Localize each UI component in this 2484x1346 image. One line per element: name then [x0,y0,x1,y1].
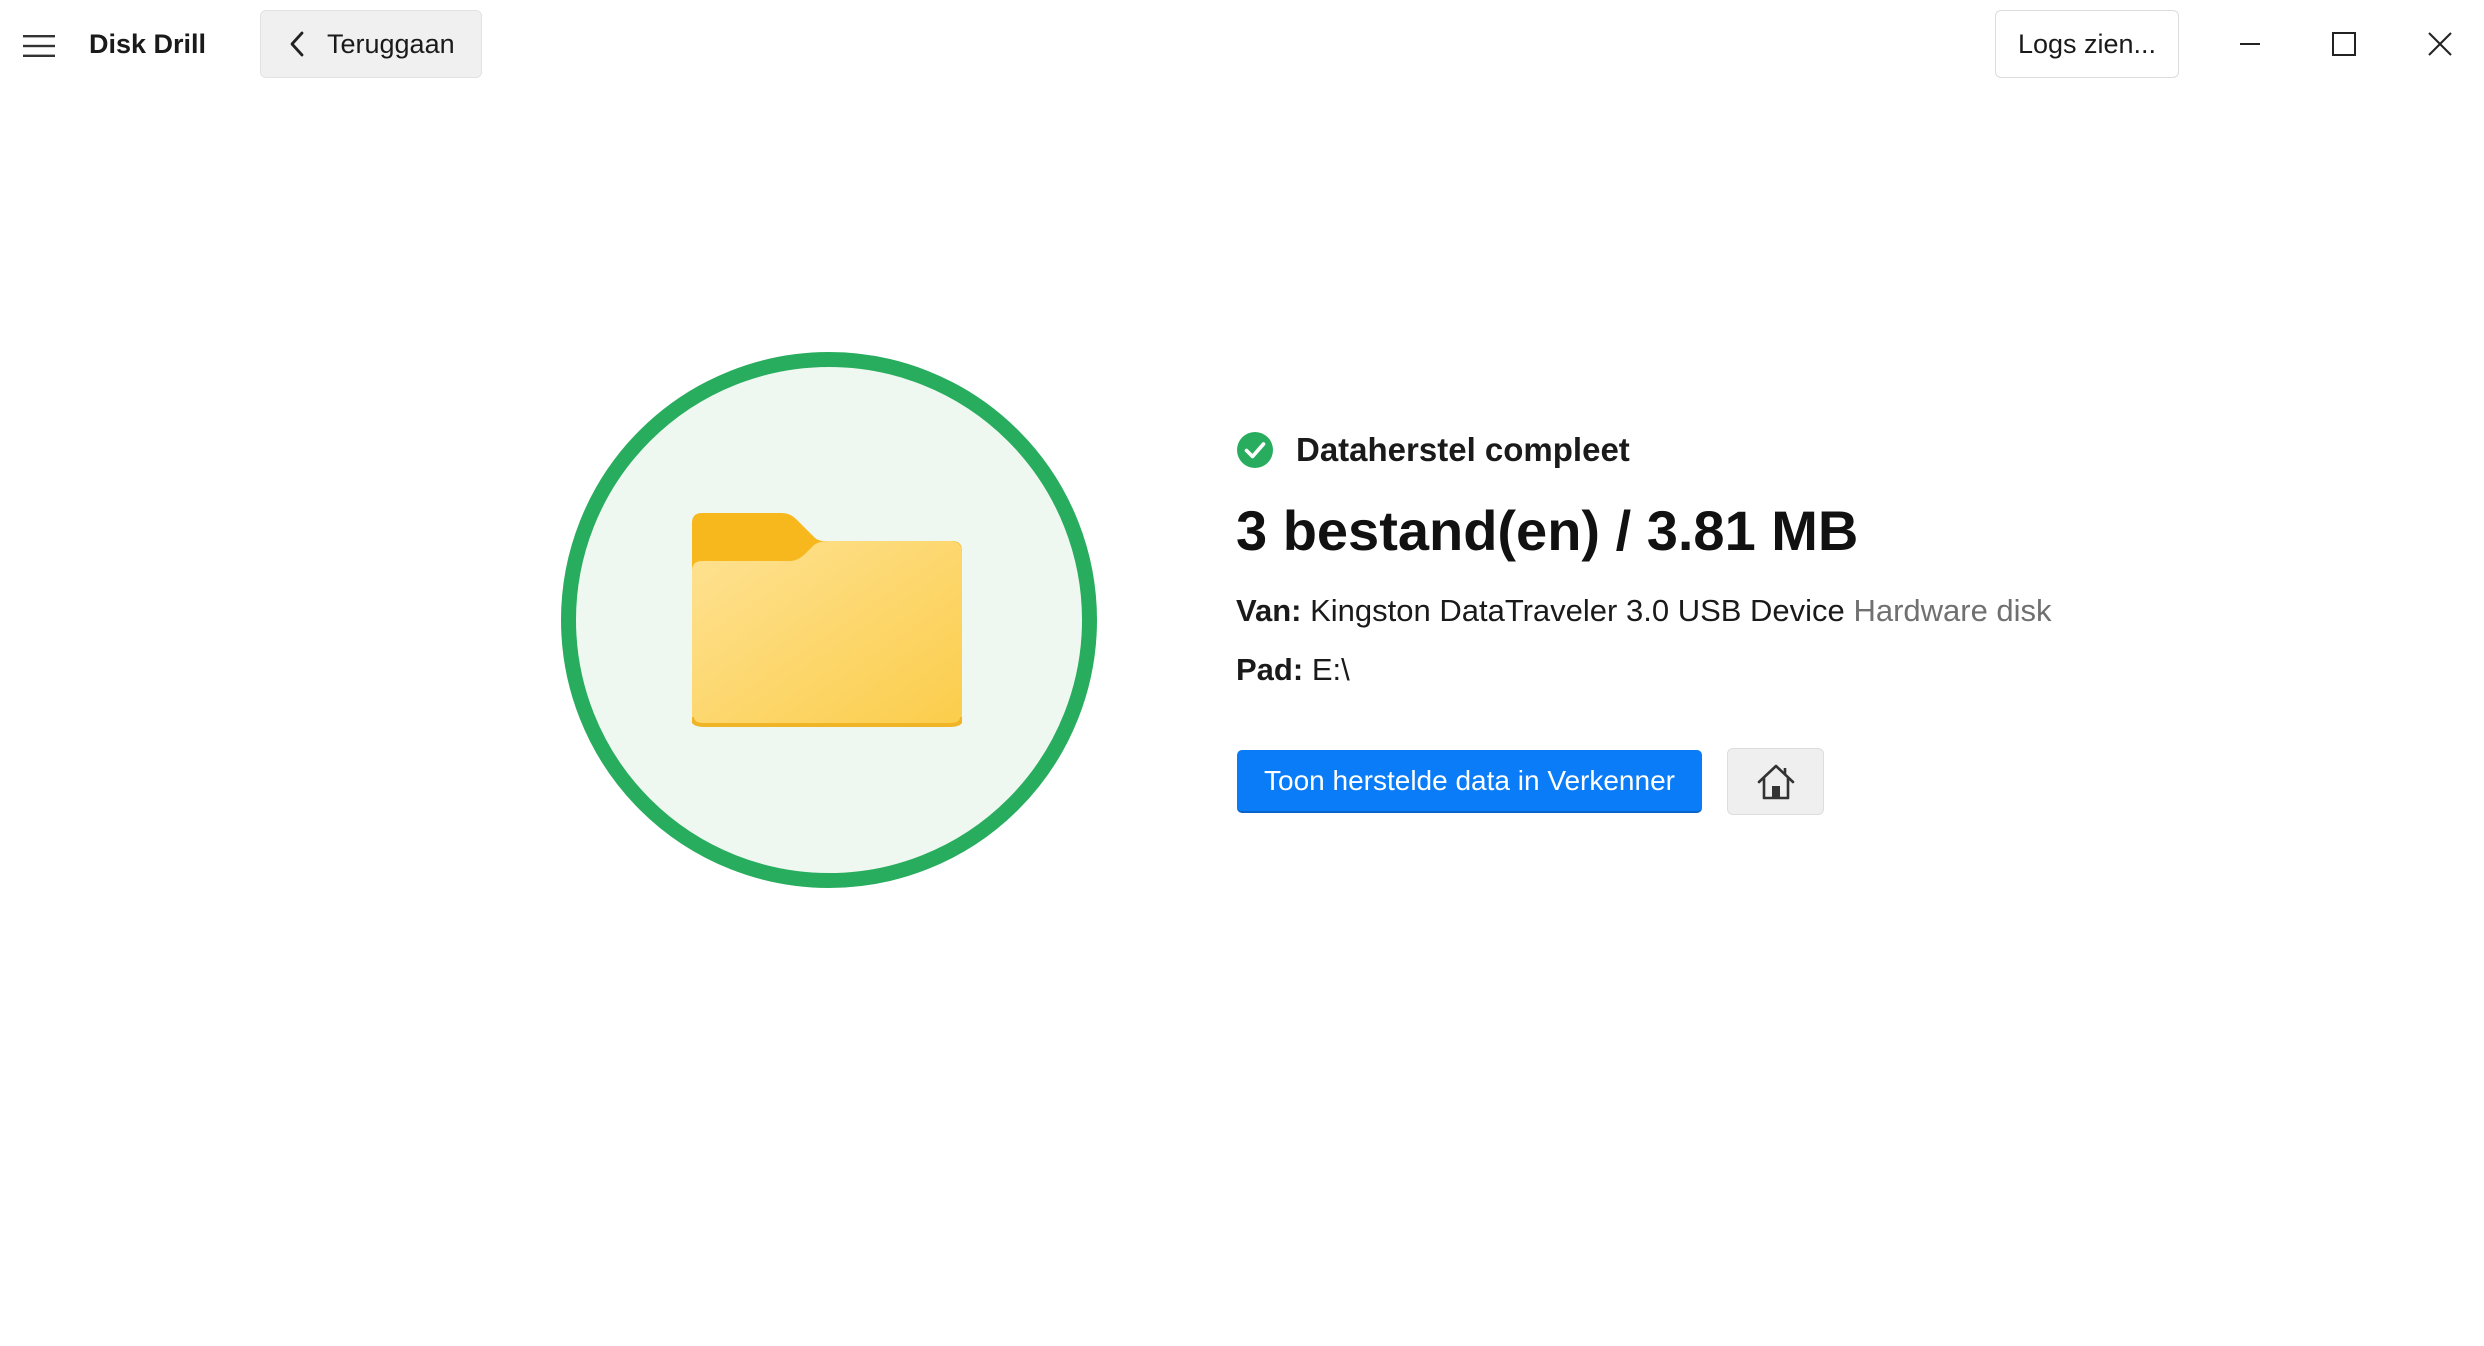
path-value: E:\ [1311,652,1350,687]
show-in-explorer-button[interactable]: Toon herstelde data in Verkenner [1237,750,1702,813]
show-in-explorer-label: Toon herstelde data in Verkenner [1264,764,1675,796]
check-circle-icon [1237,432,1273,468]
back-button[interactable]: Teruggaan [260,10,482,78]
source-label: Van: [1236,593,1302,628]
folder-icon [690,513,964,727]
path-info: Pad: E:\ [1236,650,1350,690]
back-button-label: Teruggaan [327,28,455,59]
status-row: Dataherstel compleet [1236,428,1630,472]
hamburger-menu-icon[interactable] [18,26,60,66]
path-label: Pad: [1236,652,1304,687]
minimize-icon[interactable] [2222,18,2278,70]
home-button[interactable] [1727,748,1824,815]
source-device: Kingston DataTraveler 3.0 USB Device [1310,593,1845,628]
recovered-summary: 3 bestand(en) / 3.81 MB [1236,499,1859,562]
source-type: Hardware disk [1853,593,2052,628]
close-icon[interactable] [2412,18,2468,70]
home-icon [1757,764,1794,799]
chevron-left-icon [285,31,309,57]
maximize-icon[interactable] [2316,18,2372,70]
view-logs-button[interactable]: Logs zien... [1995,10,2179,78]
status-title: Dataherstel compleet [1296,431,1630,468]
title-bar: Disk Drill Teruggaan Logs zien... [0,0,2484,90]
source-info: Van: Kingston DataTraveler 3.0 USB Devic… [1236,591,2052,631]
app-title: Disk Drill [89,29,207,59]
view-logs-label: Logs zien... [2017,28,2157,59]
